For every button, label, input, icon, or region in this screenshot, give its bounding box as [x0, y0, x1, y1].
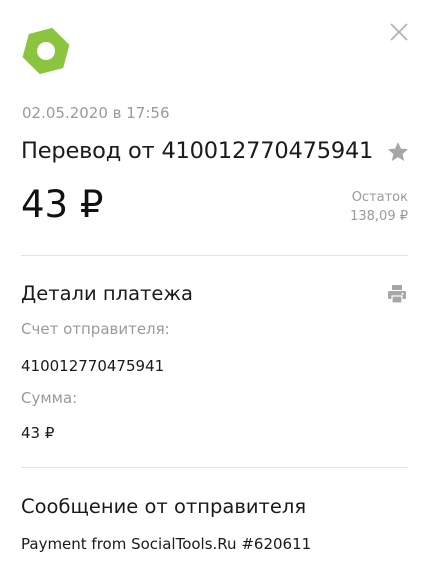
transaction-datetime: 02.05.2020 в 17:56 [22, 104, 170, 122]
print-button[interactable] [386, 283, 408, 305]
sender-message-text: Payment from SocialTools.Ru #620611 [21, 535, 312, 553]
transaction-amount: 43 ₽ [21, 183, 104, 226]
sender-message-title: Сообщение от отправителя [21, 495, 307, 518]
divider [21, 255, 408, 256]
balance-block: Остаток 138,09 ₽ [350, 188, 408, 226]
sender-account-value: 410012770475941 [21, 357, 165, 375]
balance-value: 138,09 ₽ [350, 209, 408, 224]
balance-label: Остаток [351, 190, 408, 205]
sender-account-label: Счет отправителя: [21, 320, 170, 338]
sum-value: 43 ₽ [21, 424, 55, 442]
transaction-title: Перевод от 410012770475941 [21, 138, 374, 164]
star-icon [388, 142, 408, 161]
favorite-button[interactable] [386, 140, 410, 164]
yoomoney-logo-icon [20, 25, 72, 77]
sum-label: Сумма: [21, 389, 78, 407]
close-button[interactable] [386, 19, 412, 45]
divider [21, 467, 408, 468]
printer-icon [388, 285, 406, 304]
close-icon [390, 23, 408, 41]
payment-details-title: Детали платежа [21, 282, 193, 305]
